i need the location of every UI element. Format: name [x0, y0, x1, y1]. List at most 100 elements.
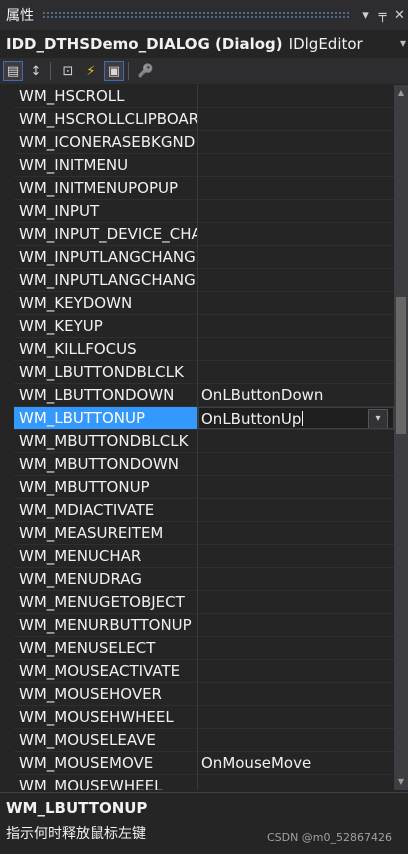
grid-row[interactable]: WM_MENUSELECT — [0, 637, 394, 660]
grid-row[interactable]: WM_MOUSEHOVER — [0, 683, 394, 706]
handler-value[interactable] — [198, 315, 394, 337]
grid-row[interactable]: WM_INPUT_DEVICE_CHANGE — [0, 223, 394, 246]
message-name[interactable]: WM_INPUT — [14, 200, 197, 222]
handler-value[interactable] — [198, 223, 394, 245]
grid-row[interactable]: WM_INPUT — [0, 200, 394, 223]
grid-row[interactable]: WM_MOUSEMOVE OnMouseMove — [0, 752, 394, 775]
grid-row[interactable]: WM_HSCROLL — [0, 85, 394, 108]
handler-value[interactable] — [198, 292, 394, 314]
handler-value[interactable] — [198, 430, 394, 452]
message-name[interactable]: WM_MENUGETOBJECT — [14, 591, 197, 613]
object-selector[interactable]: IDD_DTHSDemo_DIALOG (Dialog) IDlgEditor … — [0, 30, 408, 58]
grid-row[interactable]: WM_INITMENUPOPUP — [0, 177, 394, 200]
message-name[interactable]: WM_MEASUREITEM — [14, 522, 197, 544]
handler-value[interactable] — [198, 177, 394, 199]
handler-value[interactable] — [198, 683, 394, 705]
grid-row[interactable]: WM_MOUSEHWHEEL — [0, 706, 394, 729]
message-name[interactable]: WM_HSCROLL — [14, 85, 197, 107]
grid-row[interactable]: WM_INITMENU — [0, 154, 394, 177]
handler-value[interactable] — [198, 637, 394, 659]
handler-value[interactable] — [198, 361, 394, 383]
message-name[interactable]: WM_MOUSEHOVER — [14, 683, 197, 705]
message-name[interactable]: WM_MENUCHAR — [14, 545, 197, 567]
message-name[interactable]: WM_KEYDOWN — [14, 292, 197, 314]
grid-row[interactable]: WM_KEYDOWN — [0, 292, 394, 315]
message-name[interactable]: WM_MDIACTIVATE — [14, 499, 197, 521]
grid-row[interactable]: WM_MBUTTONUP — [0, 476, 394, 499]
grid-row[interactable]: WM_KILLFOCUS — [0, 338, 394, 361]
handler-value[interactable] — [198, 614, 394, 636]
handler-value[interactable]: OnMouseMove — [198, 752, 394, 774]
events-icon[interactable]: ⚡ — [81, 61, 101, 81]
handler-input[interactable]: OnLButtonUp ▾ — [198, 407, 394, 429]
message-name[interactable]: WM_KEYUP — [14, 315, 197, 337]
message-name[interactable]: WM_INPUTLANGCHANGEREQUEST — [14, 269, 197, 291]
grid-row[interactable]: WM_MOUSEWHEEL — [0, 775, 394, 790]
message-name[interactable]: WM_HSCROLLCLIPBOARD — [14, 108, 197, 130]
properties-icon[interactable]: ⊡ — [58, 61, 78, 81]
messages-icon[interactable]: ▣ — [104, 61, 124, 81]
message-name[interactable]: WM_LBUTTONDOWN — [14, 384, 197, 406]
handler-dropdown-icon[interactable]: ▾ — [368, 409, 388, 428]
grid-row[interactable]: WM_LBUTTONUP OnLButtonUp ▾ — [0, 407, 394, 430]
scroll-up-icon[interactable]: ▲ — [394, 85, 408, 101]
titlebar-grip[interactable] — [42, 11, 349, 19]
message-name[interactable]: WM_MENUSELECT — [14, 637, 197, 659]
message-name[interactable]: WM_MOUSEACTIVATE — [14, 660, 197, 682]
close-icon[interactable]: ✕ — [391, 8, 408, 23]
handler-value[interactable] — [198, 568, 394, 590]
handler-value[interactable] — [198, 775, 394, 790]
handler-value[interactable] — [198, 85, 394, 107]
overrides-icon[interactable]: 🔑 — [136, 61, 156, 81]
handler-value[interactable]: OnLButtonDown — [198, 384, 394, 406]
message-name[interactable]: WM_LBUTTONUP — [14, 407, 197, 429]
grid-row[interactable]: WM_LBUTTONDBLCLK — [0, 361, 394, 384]
message-name[interactable]: WM_KILLFOCUS — [14, 338, 197, 360]
handler-value[interactable] — [198, 269, 394, 291]
grid-row[interactable]: WM_MEASUREITEM — [0, 522, 394, 545]
handler-value[interactable] — [198, 108, 394, 130]
handler-value[interactable] — [198, 200, 394, 222]
message-name[interactable]: WM_INITMENU — [14, 154, 197, 176]
object-dropdown-icon[interactable]: ▾ — [400, 36, 406, 50]
grid-row[interactable]: WM_MENURBUTTONUP — [0, 614, 394, 637]
grid-row[interactable]: WM_KEYUP — [0, 315, 394, 338]
message-name[interactable]: WM_INPUTLANGCHANGE — [14, 246, 197, 268]
message-name[interactable]: WM_MOUSEWHEEL — [14, 775, 197, 790]
handler-value[interactable] — [198, 660, 394, 682]
pin-icon[interactable]: ╤ — [374, 8, 391, 23]
handler-value[interactable] — [198, 453, 394, 475]
alphabetical-icon[interactable]: ↕ — [26, 61, 46, 81]
message-name[interactable]: WM_LBUTTONDBLCLK — [14, 361, 197, 383]
handler-value[interactable] — [198, 476, 394, 498]
message-name[interactable]: WM_MENURBUTTONUP — [14, 614, 197, 636]
grid-row[interactable]: WM_MENUDRAG — [0, 568, 394, 591]
handler-value[interactable] — [198, 591, 394, 613]
handler-value[interactable] — [198, 522, 394, 544]
grid-row[interactable]: WM_MBUTTONDOWN — [0, 453, 394, 476]
message-name[interactable]: WM_MOUSEMOVE — [14, 752, 197, 774]
window-position-icon[interactable]: ▾ — [357, 8, 374, 23]
scrollbar-thumb[interactable] — [396, 297, 406, 434]
handler-value[interactable] — [198, 246, 394, 268]
grid-row[interactable]: WM_MENUCHAR — [0, 545, 394, 568]
grid-row[interactable]: WM_MOUSELEAVE — [0, 729, 394, 752]
message-name[interactable]: WM_MBUTTONDOWN — [14, 453, 197, 475]
message-name[interactable]: WM_INPUT_DEVICE_CHANGE — [14, 223, 197, 245]
message-name[interactable]: WM_INITMENUPOPUP — [14, 177, 197, 199]
message-name[interactable]: WM_MOUSELEAVE — [14, 729, 197, 751]
scroll-down-icon[interactable]: ▼ — [394, 774, 408, 790]
handler-value[interactable] — [198, 338, 394, 360]
grid-scrollbar[interactable]: ▲ ▼ — [394, 85, 408, 790]
categorized-icon[interactable]: ▤ — [3, 61, 23, 81]
grid-row[interactable]: WM_INPUTLANGCHANGEREQUEST — [0, 269, 394, 292]
handler-value[interactable] — [198, 499, 394, 521]
grid-row[interactable]: WM_MENUGETOBJECT — [0, 591, 394, 614]
grid-row[interactable]: WM_MBUTTONDBLCLK — [0, 430, 394, 453]
message-name[interactable]: WM_MBUTTONUP — [14, 476, 197, 498]
message-name[interactable]: WM_MENUDRAG — [14, 568, 197, 590]
handler-value[interactable] — [198, 545, 394, 567]
message-name[interactable]: WM_MOUSEHWHEEL — [14, 706, 197, 728]
grid-row[interactable]: WM_MDIACTIVATE — [0, 499, 394, 522]
grid-row[interactable]: WM_INPUTLANGCHANGE — [0, 246, 394, 269]
